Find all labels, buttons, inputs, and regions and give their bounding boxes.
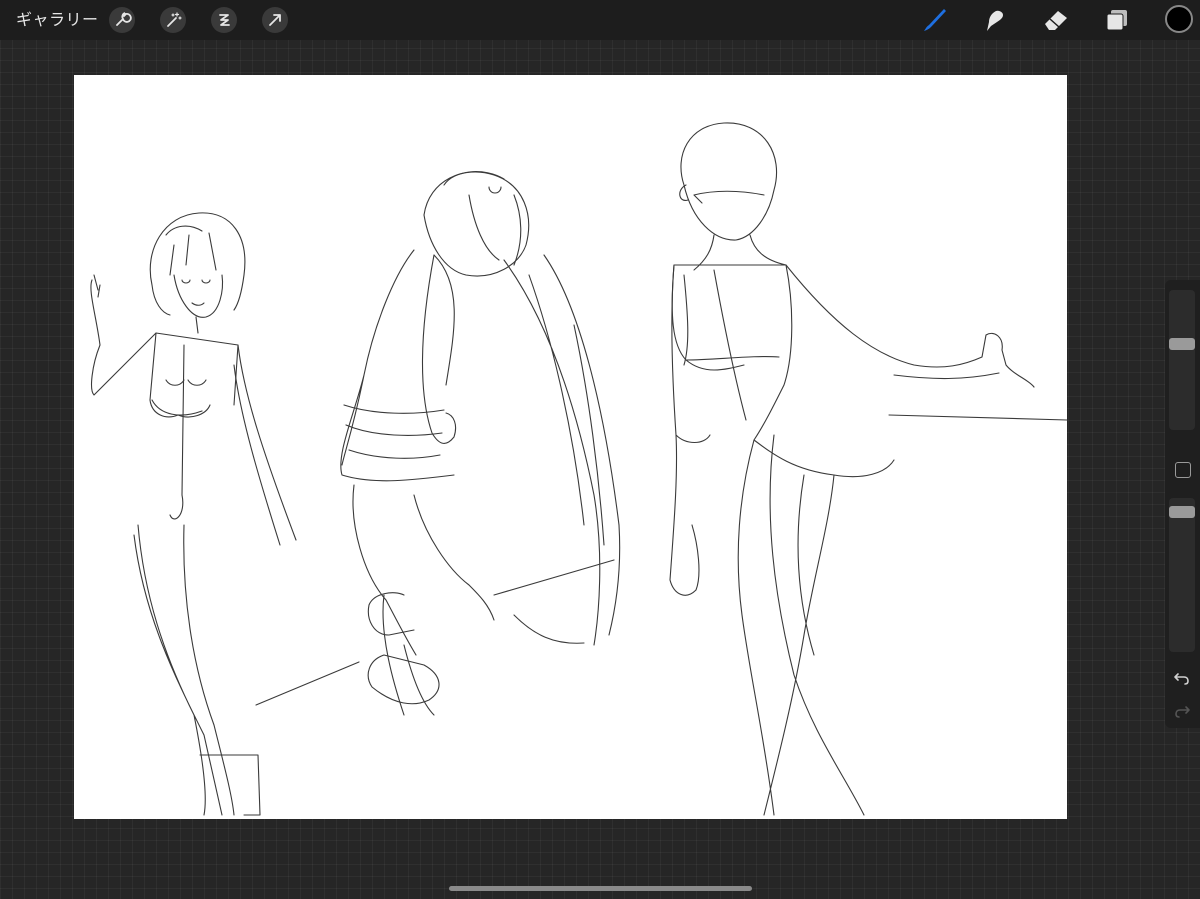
figure-1-arm-left — [90, 274, 157, 396]
figure-1-legs — [133, 524, 261, 816]
sketch-artwork — [90, 122, 1067, 816]
layers-icon[interactable] — [1101, 4, 1133, 36]
gallery-button[interactable]: ギャラリー — [16, 9, 99, 31]
figure-2-torso — [340, 249, 455, 482]
brush-size-slider[interactable] — [1169, 290, 1195, 430]
figure-3-legs — [737, 434, 865, 816]
figure-3-torso — [671, 264, 895, 478]
figure-3-head — [680, 122, 778, 241]
undo-icon[interactable] — [1172, 667, 1192, 687]
redo-icon[interactable] — [1172, 700, 1192, 720]
brush-icon[interactable] — [918, 4, 950, 36]
wrench-icon[interactable] — [109, 7, 135, 33]
top-toolbar: ギャラリー — [0, 0, 1200, 40]
brush-sidebar — [1165, 280, 1200, 728]
figure-3-arm-left — [669, 264, 711, 596]
selection-icon[interactable] — [211, 7, 237, 33]
color-picker-button[interactable] — [1165, 5, 1193, 33]
figure-2-shoes — [367, 592, 440, 705]
magic-wand-icon[interactable] — [160, 7, 186, 33]
figure-1-face — [173, 274, 224, 318]
transform-arrow-icon[interactable] — [262, 7, 288, 33]
brush-size-thumb[interactable] — [1169, 338, 1195, 350]
figure-3-arm-right — [785, 264, 1067, 421]
eraser-icon[interactable] — [1040, 4, 1072, 36]
home-indicator[interactable] — [449, 886, 752, 891]
figure-2-floor-line — [255, 661, 360, 706]
figure-2-legs — [352, 484, 495, 716]
figure-1-arm-right — [233, 344, 297, 546]
smudge-icon[interactable] — [978, 4, 1010, 36]
opacity-thumb[interactable] — [1169, 506, 1195, 518]
modify-button[interactable] — [1175, 462, 1191, 478]
figure-1-torso — [149, 316, 239, 520]
opacity-slider[interactable] — [1169, 498, 1195, 652]
drawing-canvas[interactable] — [74, 75, 1067, 819]
